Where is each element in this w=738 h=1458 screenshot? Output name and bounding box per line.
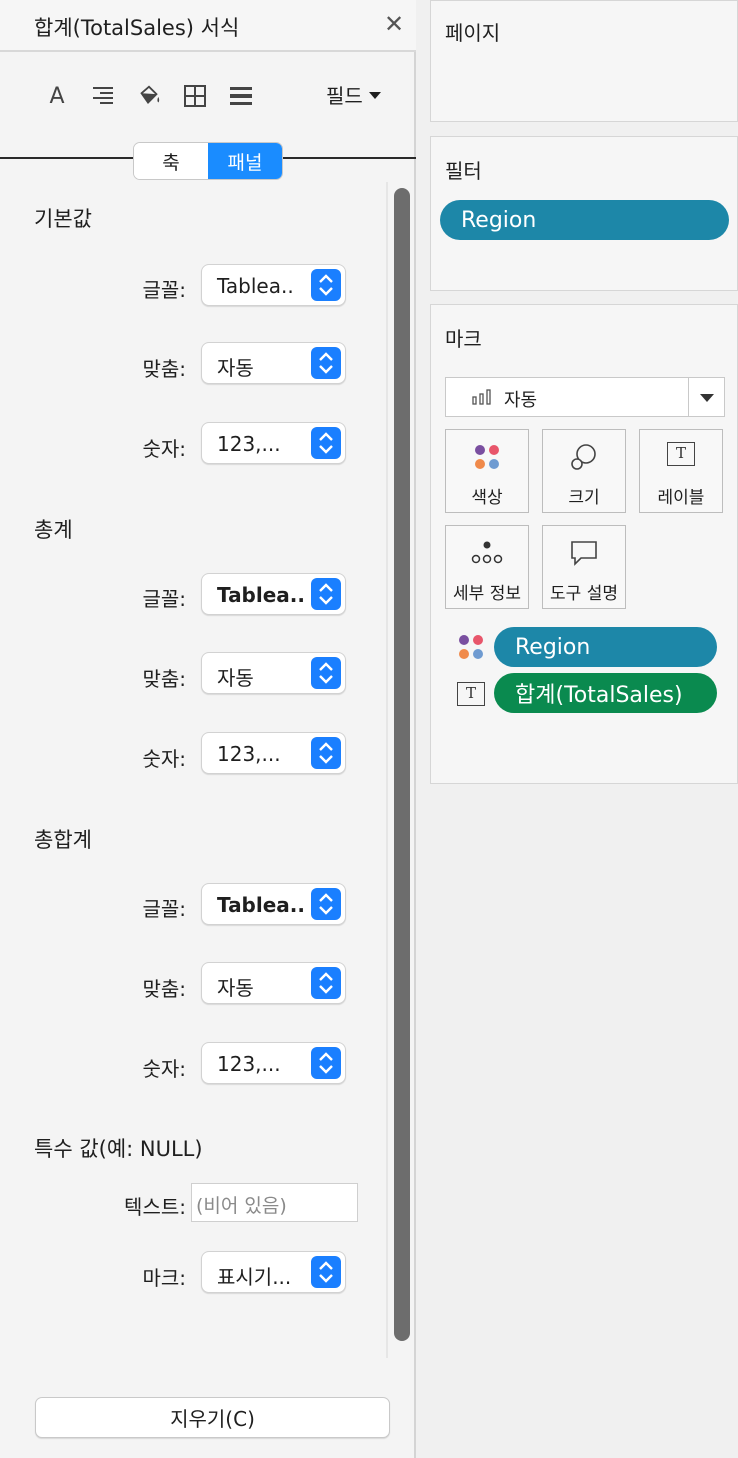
select-value: Tablea.. [217,274,294,298]
axis-pane-tabs: 축 패널 [133,142,283,180]
number-label: 숫자: [142,437,186,461]
fields-dropdown[interactable]: 필드 [326,80,381,109]
color-button[interactable]: 색상 [445,429,529,513]
stepper-icon [311,657,341,689]
stepper-icon [311,427,341,459]
select-value: 123,... [217,1052,281,1076]
size-circles-icon [571,444,596,470]
size-button-label: 크기 [568,488,600,508]
clear-button[interactable]: 지우기(C) [35,1397,390,1438]
text-t-icon: T [457,682,485,706]
detail-dots-icon [471,541,503,564]
grand-totals-align-select[interactable]: 자동 [201,962,346,1004]
select-value: 자동 [217,356,254,380]
marks-label: 마크: [142,1266,186,1290]
text-t-icon: T [667,442,695,466]
default-number-select[interactable]: 123,... [201,422,346,464]
dropdown-divider [688,378,689,416]
bar-chart-icon [472,389,491,405]
pages-shelf[interactable]: 페이지 [430,0,738,122]
font-icon[interactable]: A [44,82,70,110]
select-value: Tablea.. [217,583,305,607]
size-button[interactable]: 크기 [542,429,626,513]
select-value: Tablea.. [217,893,305,917]
text-input-placeholder: (비어 있음) [196,1195,287,1217]
stepper-icon [311,1256,341,1288]
special-marks-select[interactable]: 표시기... [201,1251,346,1293]
stepper-icon [311,578,341,610]
lines-icon[interactable] [228,82,254,110]
mark-type-dropdown[interactable]: 자동 [445,377,725,417]
filters-shelf[interactable]: 필터 Region [430,136,738,291]
section-title-totals: 총계 [34,518,73,542]
tooltip-bubble-icon [571,541,597,566]
totals-number-select[interactable]: 123,... [201,732,346,774]
select-value: 자동 [217,976,254,1000]
marks-pill-total-sales[interactable]: 합계(TotalSales) [494,673,717,713]
filters-title: 필터 [445,159,482,183]
close-icon[interactable]: ✕ [384,10,404,38]
tooltip-button-label: 도구 설명 [550,584,618,604]
color-dots-icon [475,445,499,469]
font-label: 글꼴: [142,587,186,611]
marks-title: 마크 [445,327,482,351]
filter-pill-region[interactable]: Region [440,200,729,240]
chevron-down-icon [700,394,714,402]
align-label: 맞춤: [142,357,186,381]
select-value: 자동 [217,666,254,690]
fields-label: 필드 [326,84,363,108]
totals-align-select[interactable]: 자동 [201,652,346,694]
label-button-label: 레이블 [657,488,705,508]
marks-pill-region[interactable]: Region [494,627,717,667]
tooltip-button[interactable]: 도구 설명 [542,525,626,609]
color-dots-icon [459,635,483,659]
scrollbar-track [386,182,388,1358]
stepper-icon [311,888,341,920]
shading-icon[interactable] [136,82,162,110]
section-title-grand-totals: 총합계 [34,828,92,852]
format-pane-title: 합계(TotalSales) 서식 [34,16,240,40]
stepper-icon [311,967,341,999]
tab-axis[interactable]: 축 [134,143,208,179]
borders-icon[interactable] [182,82,208,110]
stepper-icon [311,347,341,379]
text-label: 텍스트: [124,1195,186,1219]
grand-totals-number-select[interactable]: 123,... [201,1042,346,1084]
number-label: 숫자: [142,747,186,771]
mark-type-value: 자동 [504,390,538,411]
default-font-select[interactable]: Tablea.. [201,264,346,306]
label-button[interactable]: T 레이블 [639,429,723,513]
format-pane: 합계(TotalSales) 서식 ✕ A 필드 축 패널 기본값 글꼴: Ta… [0,0,416,1458]
format-toolbar: A 필드 [0,52,416,144]
tab-pane[interactable]: 패널 [208,143,282,179]
select-value: 표시기... [217,1265,292,1289]
detail-button[interactable]: 세부 정보 [445,525,529,609]
font-label: 글꼴: [142,897,186,921]
stepper-icon [311,1047,341,1079]
totals-font-select[interactable]: Tablea.. [201,573,346,615]
section-title-default: 기본값 [34,207,92,231]
align-icon[interactable] [90,82,116,110]
select-value: 123,... [217,742,281,766]
grand-totals-font-select[interactable]: Tablea.. [201,883,346,925]
scrollbar-thumb[interactable] [394,188,410,1341]
default-align-select[interactable]: 자동 [201,342,346,384]
number-label: 숫자: [142,1057,186,1081]
stepper-icon [311,737,341,769]
stepper-icon [311,269,341,301]
font-label: 글꼴: [142,278,186,302]
color-button-label: 색상 [471,488,503,508]
pages-title: 페이지 [445,21,501,45]
format-pane-header: 합계(TotalSales) 서식 ✕ [0,0,416,52]
marks-card: 마크 자동 색상 크기 T 레이블 세부 정보 도구 설명 Region T 합… [430,304,738,784]
special-text-input[interactable]: (비어 있음) [191,1183,358,1222]
align-label: 맞춤: [142,667,186,691]
chevron-down-icon [368,92,381,99]
section-title-special-values: 특수 값(예: NULL) [34,1137,203,1161]
select-value: 123,... [217,432,281,456]
align-label: 맞춤: [142,977,186,1001]
detail-button-label: 세부 정보 [453,584,521,604]
